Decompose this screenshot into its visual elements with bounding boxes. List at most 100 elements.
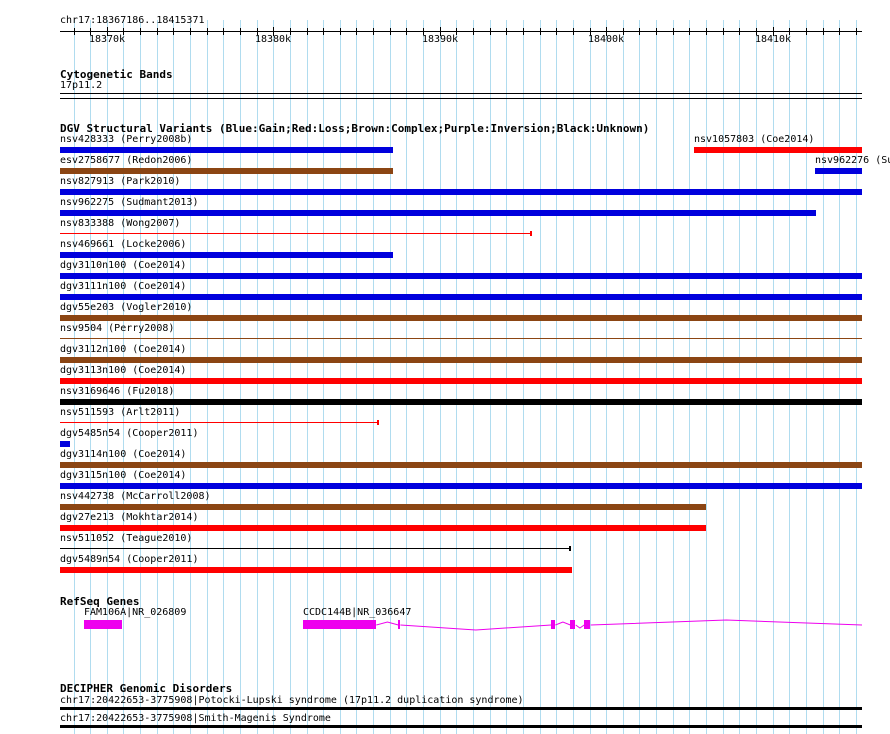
ruler-minor-tick [356,28,357,35]
ruler-minor-tick [307,28,308,35]
sv-label: dgv3110n100 (Coe2014) [60,260,187,271]
decipher-track-title: DECIPHER Genomic Disorders [60,682,233,695]
genome-browser-canvas: chr17:18367186..18415371 18370k 18380k 183… [0,0,890,734]
ruler-minor-tick [240,28,241,35]
cytoband-label: 17p11.2 [60,80,103,91]
sv-bar-gain[interactable] [60,252,393,258]
sv-bar-gain[interactable] [60,294,862,300]
ruler-minor-tick [739,28,740,35]
sv-bar-gain[interactable] [815,168,862,174]
decipher-bar[interactable] [60,725,862,728]
ruler-minor-tick [706,28,707,35]
decipher-label: chr17:20422653-3775908|Potocki-Lupski sy… [60,695,524,706]
ruler-minor-tick [573,28,574,35]
sv-label: nsv428333 (Perry2008b) [60,134,193,145]
sv-label: nsv9504 (Perry2008) [60,323,175,334]
sv-bar-gain[interactable] [60,441,70,447]
decipher-label: chr17:20422653-3775908|Smith-Magenis Syn… [60,713,331,724]
ruler-tick-label: 18370k [88,34,126,45]
location-label: chr17:18367186..18415371 [60,15,205,26]
sv-line-unknown[interactable] [60,548,570,549]
ruler-minor-tick [673,28,674,35]
sv-bar-gain[interactable] [60,483,862,489]
sv-label: dgv3112n100 (Coe2014) [60,344,187,355]
ruler-minor-tick [223,28,224,35]
gene-intron-path [376,619,863,631]
ruler-minor-tick [323,28,324,35]
sv-bar-unknown[interactable] [60,399,862,405]
ruler-minor-tick [639,28,640,35]
sv-bar-complex[interactable] [60,504,706,510]
sv-label: nsv1057803 (Coe2014) [694,134,815,145]
ruler-tick-label: 18410k [754,34,792,45]
sv-bar-gain[interactable] [60,189,862,195]
ruler-tick-label: 18380k [254,34,292,45]
ruler-minor-tick [207,28,208,35]
ruler-minor-tick [523,28,524,35]
ruler-minor-tick [540,28,541,35]
sv-label: dgv3115n100 (Coe2014) [60,470,187,481]
sv-line-loss[interactable] [60,422,378,423]
sv-label: dgv5485n54 (Cooper2011) [60,428,199,439]
ruler-tick-label: 18400k [587,34,625,45]
sv-label: dgv27e213 (Mokhtar2014) [60,512,199,523]
sv-label: dgv5489n54 (Cooper2011) [60,554,199,565]
ruler-minor-tick [656,28,657,35]
sv-label: nsv962275 (Sudmant2013) [60,197,199,208]
sv-line-end-cap [377,420,379,425]
sv-label: nsv442738 (McCarroll2008) [60,491,211,502]
sv-label: nsv511052 (Teague2010) [60,533,193,544]
ruler-minor-tick [856,28,857,35]
sv-bar-gain[interactable] [60,147,393,153]
sv-bar-complex[interactable] [60,462,862,468]
sv-bar-loss[interactable] [60,567,572,573]
sv-label: nsv962276 (Su [815,155,890,166]
gene-exon[interactable] [584,620,590,629]
gene-exon[interactable] [551,620,555,629]
sv-bar-complex[interactable] [60,168,393,174]
sv-bar-loss[interactable] [60,378,862,384]
sv-label: nsv469661 (Locke2006) [60,239,187,250]
ruler-minor-tick [390,28,391,35]
cytoband-line-top [60,93,862,94]
ruler-minor-tick [490,28,491,35]
gene-exon[interactable] [570,620,575,629]
sv-bar-complex[interactable] [60,315,862,321]
sv-bar-gain[interactable] [60,210,816,216]
cytoband-line-bottom [60,98,862,99]
ruler-minor-tick [506,28,507,35]
sv-line-loss[interactable] [60,233,531,234]
ruler-minor-tick [74,28,75,35]
sv-label: nsv833388 (Wong2007) [60,218,181,229]
sv-bar-loss[interactable] [60,525,706,531]
sv-bar-loss[interactable] [694,147,862,153]
ruler-minor-tick [173,28,174,35]
sv-label: dgv55e203 (Vogler2010) [60,302,193,313]
ruler-minor-tick [823,28,824,35]
sv-line-end-cap [569,546,571,551]
ruler-minor-tick [556,28,557,35]
ruler-tick-label: 18390k [421,34,459,45]
ruler-minor-tick [140,28,141,35]
sv-bar-complex[interactable] [60,357,862,363]
sv-bar-gain[interactable] [60,273,862,279]
ruler-minor-tick [340,28,341,35]
sv-line-end-cap [530,231,532,236]
ruler-minor-tick [373,28,374,35]
ruler-minor-tick [806,28,807,35]
ruler-line [60,31,862,32]
decipher-bar[interactable] [60,707,862,710]
sv-label: esv2758677 (Redon2006) [60,155,193,166]
ruler-minor-tick [473,28,474,35]
gene-intron-line[interactable] [0,610,890,640]
gene-exon[interactable] [303,620,376,629]
sv-label: dgv3114n100 (Coe2014) [60,449,187,460]
gene-exon[interactable] [398,620,400,629]
sv-line-complex[interactable] [60,338,862,339]
ruler-minor-tick [689,28,690,35]
ruler-minor-tick [839,28,840,35]
sv-label: dgv3113n100 (Coe2014) [60,365,187,376]
sv-label: nsv827913 (Park2010) [60,176,181,187]
sv-label: nsv3169646 (Fu2018) [60,386,175,397]
sv-label: nsv511593 (Arlt2011) [60,407,181,418]
